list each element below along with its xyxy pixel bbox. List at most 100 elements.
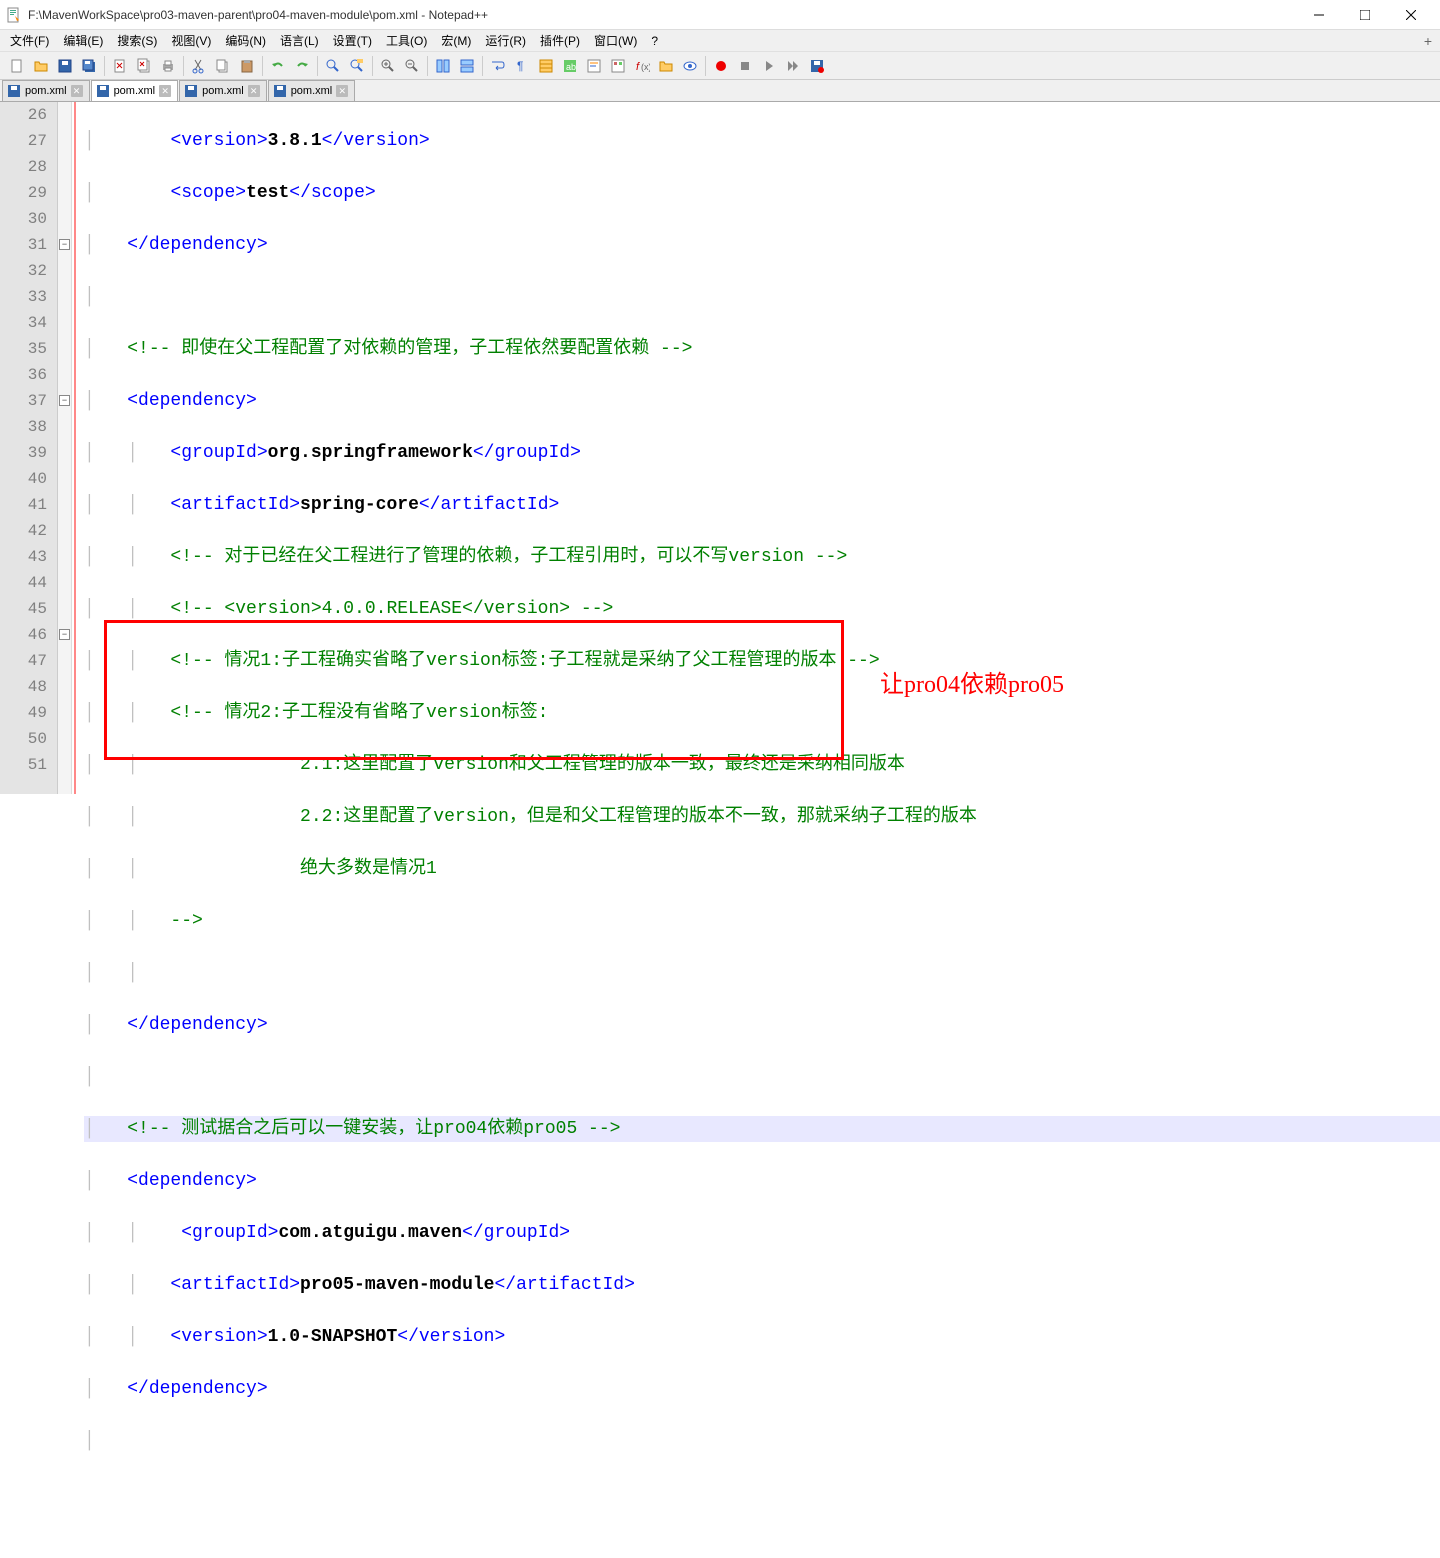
fold-marker-icon[interactable]: −	[59, 629, 70, 640]
wordwrap-icon[interactable]	[487, 55, 509, 77]
zoom-out-icon[interactable]	[401, 55, 423, 77]
minimize-button[interactable]	[1296, 0, 1342, 30]
line-number: 35	[0, 336, 47, 362]
stop-icon[interactable]	[734, 55, 756, 77]
disk-icon	[96, 84, 110, 98]
svg-text:¶: ¶	[517, 59, 523, 73]
tab-close-icon[interactable]: ✕	[159, 85, 171, 97]
open-file-icon[interactable]	[30, 55, 52, 77]
maximize-button[interactable]	[1342, 0, 1388, 30]
menu-run[interactable]: 运行(R)	[479, 30, 532, 51]
menu-macro[interactable]: 宏(M)	[435, 30, 477, 51]
line-number: 33	[0, 284, 47, 310]
new-file-icon[interactable]	[6, 55, 28, 77]
line-number: 50	[0, 726, 47, 752]
toolbar: ¶ ab f(x)	[0, 52, 1440, 80]
fold-column: − − −	[58, 102, 72, 794]
tab-close-icon[interactable]: ✕	[248, 85, 260, 97]
sync-v-icon[interactable]	[432, 55, 454, 77]
toolbar-separator	[705, 56, 706, 76]
menu-settings[interactable]: 设置(T)	[327, 30, 378, 51]
tab-close-icon[interactable]: ✕	[71, 85, 83, 97]
line-number: 44	[0, 570, 47, 596]
find-icon[interactable]	[322, 55, 344, 77]
close-file-icon[interactable]	[109, 55, 131, 77]
line-number: 46	[0, 622, 47, 648]
fold-marker-icon[interactable]: −	[59, 395, 70, 406]
line-number: 31	[0, 232, 47, 258]
line-number: 37	[0, 388, 47, 414]
line-number: 39	[0, 440, 47, 466]
folder-icon[interactable]	[655, 55, 677, 77]
file-tab[interactable]: pom.xml ✕	[179, 80, 267, 101]
doc-list-icon[interactable]	[607, 55, 629, 77]
show-all-chars-icon[interactable]: ¶	[511, 55, 533, 77]
save-macro-icon[interactable]	[806, 55, 828, 77]
menu-search[interactable]: 搜索(S)	[111, 30, 163, 51]
function-list-icon[interactable]: f(x)	[631, 55, 653, 77]
toolbar-separator	[482, 56, 483, 76]
line-number: 28	[0, 154, 47, 180]
tab-label: pom.xml	[25, 85, 67, 97]
code-content[interactable]: │ <version>3.8.1</version> │ <scope>test…	[80, 102, 1440, 794]
file-tab[interactable]: pom.xml ✕	[268, 80, 356, 101]
save-icon[interactable]	[54, 55, 76, 77]
line-number-gutter: 26 27 28 29 30 31 32 33 34 35 36 37 38 3…	[0, 102, 58, 794]
svg-text:ab: ab	[566, 62, 576, 72]
svg-text:f: f	[636, 61, 640, 73]
menu-window[interactable]: 窗口(W)	[588, 30, 643, 51]
replace-icon[interactable]	[346, 55, 368, 77]
line-number: 30	[0, 206, 47, 232]
play-icon[interactable]	[758, 55, 780, 77]
play-multi-icon[interactable]	[782, 55, 804, 77]
tab-bar: pom.xml ✕ pom.xml ✕ pom.xml ✕ pom.xml ✕	[0, 80, 1440, 102]
redo-icon[interactable]	[291, 55, 313, 77]
doc-map-icon[interactable]	[583, 55, 605, 77]
tab-close-icon[interactable]: ✕	[336, 85, 348, 97]
monitor-icon[interactable]	[679, 55, 701, 77]
menu-file[interactable]: 文件(F)	[4, 30, 55, 51]
menu-edit[interactable]: 编辑(E)	[57, 30, 109, 51]
file-tab[interactable]: pom.xml ✕	[91, 80, 179, 101]
toolbar-separator	[104, 56, 105, 76]
save-all-icon[interactable]	[78, 55, 100, 77]
tab-label: pom.xml	[114, 85, 156, 97]
print-icon[interactable]	[157, 55, 179, 77]
cut-icon[interactable]	[188, 55, 210, 77]
close-all-icon[interactable]	[133, 55, 155, 77]
menu-tools[interactable]: 工具(O)	[380, 30, 433, 51]
menu-plugins[interactable]: 插件(P)	[534, 30, 586, 51]
line-number: 51	[0, 752, 47, 778]
menu-language[interactable]: 语言(L)	[274, 30, 325, 51]
undo-icon[interactable]	[267, 55, 289, 77]
line-number: 45	[0, 596, 47, 622]
line-number: 40	[0, 466, 47, 492]
tab-label: pom.xml	[202, 85, 244, 97]
svg-text:(x): (x)	[641, 62, 650, 72]
menu-view[interactable]: 视图(V)	[165, 30, 217, 51]
disk-icon	[273, 84, 287, 98]
fold-marker-icon[interactable]: −	[59, 239, 70, 250]
window-title: F:\MavenWorkSpace\pro03-maven-parent\pro…	[28, 8, 1296, 22]
paste-icon[interactable]	[236, 55, 258, 77]
line-number: 26	[0, 102, 47, 128]
menu-help[interactable]: ?	[645, 32, 664, 50]
menu-encoding[interactable]: 编码(N)	[219, 30, 272, 51]
toolbar-separator	[183, 56, 184, 76]
close-button[interactable]	[1388, 0, 1434, 30]
line-number: 32	[0, 258, 47, 284]
toolbar-separator	[317, 56, 318, 76]
title-bar: F:\MavenWorkSpace\pro03-maven-parent\pro…	[0, 0, 1440, 30]
lang-icon[interactable]: ab	[559, 55, 581, 77]
line-number: 29	[0, 180, 47, 206]
annotation-text: 让pro04依赖pro05	[880, 672, 1064, 698]
zoom-in-icon[interactable]	[377, 55, 399, 77]
copy-icon[interactable]	[212, 55, 234, 77]
record-icon[interactable]	[710, 55, 732, 77]
editor-area: 26 27 28 29 30 31 32 33 34 35 36 37 38 3…	[0, 102, 1440, 794]
menu-plus[interactable]: +	[1424, 33, 1432, 49]
indent-guide-icon[interactable]	[535, 55, 557, 77]
sync-h-icon[interactable]	[456, 55, 478, 77]
disk-icon	[7, 84, 21, 98]
file-tab[interactable]: pom.xml ✕	[2, 80, 90, 101]
